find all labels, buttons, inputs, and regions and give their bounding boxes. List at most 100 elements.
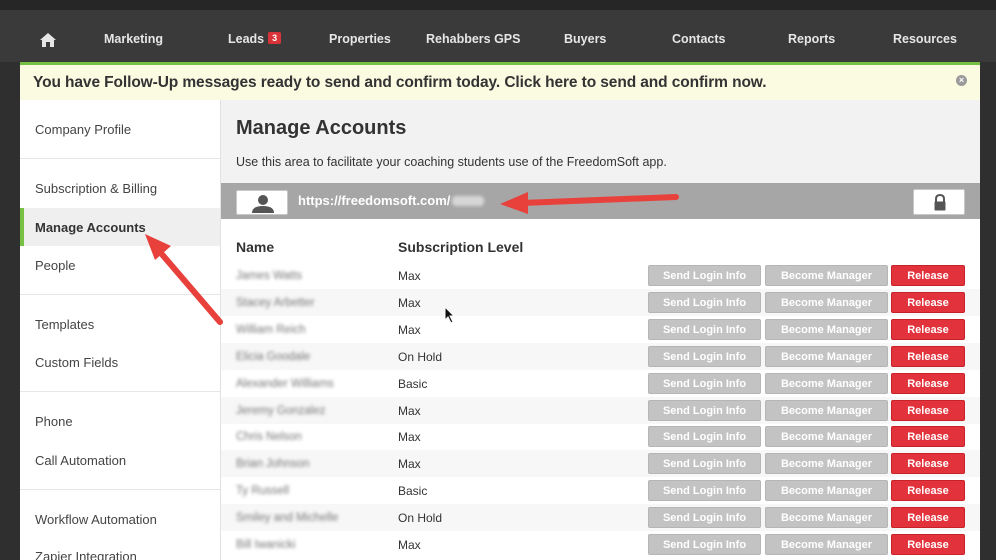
sidebar-item-call-automation[interactable]: Call Automation — [35, 453, 126, 468]
account-name: James Watts — [236, 270, 303, 282]
subscription-level: Basic — [398, 484, 428, 499]
account-name: Brian Johnson — [236, 458, 310, 471]
send-login-info-button[interactable]: Send Login Info — [648, 265, 761, 286]
subscription-level: On Hold — [398, 511, 443, 526]
table-row: James Watts Max Send Login Info Become Mana… — [221, 262, 980, 289]
send-login-info-button[interactable]: Send Login Info — [648, 345, 761, 367]
column-header-subscription-level: Subscription Level — [398, 239, 524, 255]
account-name: Chris Nelson — [236, 431, 302, 444]
sidebar-item-custom-fields[interactable]: Custom Fields — [35, 355, 118, 370]
user-icon — [252, 195, 274, 213]
sidebar-item-subscription-billing[interactable]: Subscription & Billing — [35, 181, 157, 196]
sidebar-divider — [20, 391, 220, 392]
follow-up-banner[interactable]: You have Follow-Up messages ready to sen… — [20, 62, 980, 100]
home-icon[interactable] — [40, 33, 56, 47]
subscription-level: Max — [398, 295, 421, 310]
table-row: Smiley and Michelle On Hold Send Login Inf… — [221, 504, 980, 532]
release-button[interactable]: Release — [891, 291, 965, 313]
sidebar-item-zapier-integration[interactable]: Zapier Integration — [35, 549, 137, 560]
lock-icon — [934, 193, 946, 211]
account-name: Stacey Arbetter — [236, 296, 315, 309]
table-row: Chris Nelson Max Send Login Info Become Man… — [221, 423, 980, 450]
release-button[interactable]: Release — [891, 534, 965, 555]
banner-text[interactable]: You have Follow-Up messages ready to sen… — [33, 74, 767, 92]
subscription-level: Max — [398, 457, 421, 472]
release-button[interactable]: Release — [891, 372, 965, 394]
send-login-info-button[interactable]: Send Login Info — [648, 507, 761, 529]
subscription-level: On Hold — [398, 349, 443, 364]
sidebar-item-manage-accounts[interactable]: Manage Accounts — [35, 220, 146, 235]
lock-button[interactable] — [913, 189, 965, 215]
release-button[interactable]: Release — [891, 426, 965, 448]
table-row: Bill Iwanicki Max Send Login Info Become Ma… — [221, 531, 980, 558]
sidebar-item-company-profile[interactable]: Company Profile — [35, 122, 131, 137]
mouse-cursor-icon — [444, 306, 456, 324]
column-header-name: Name — [236, 239, 275, 255]
nav-marketing[interactable]: Marketing — [104, 32, 163, 46]
become-manager-button[interactable]: Become Manager — [765, 507, 888, 529]
release-button[interactable]: Release — [891, 453, 965, 475]
become-manager-button[interactable]: Become Manager — [765, 399, 888, 421]
nav-rehabbers-gps[interactable]: Rehabbers GPS — [426, 32, 520, 46]
user-button[interactable] — [236, 190, 288, 215]
nav-leads[interactable]: Leads 3 — [228, 32, 282, 46]
account-url-bar: https://freedomsoft.com/ — [221, 183, 980, 219]
subscription-level: Max — [398, 322, 421, 337]
sidebar-item-people[interactable]: People — [35, 258, 75, 273]
account-url[interactable]: https://freedomsoft.com/ — [298, 193, 485, 208]
subscription-level: Max — [398, 538, 421, 552]
become-manager-button[interactable]: Become Manager — [765, 426, 888, 448]
account-name: Smiley and Michelle — [236, 512, 339, 525]
close-icon[interactable]: × — [956, 75, 967, 86]
table-row: Alexander Williams Basic Send Login Info Be… — [221, 370, 980, 397]
sidebar-item-workflow-automation[interactable]: Workflow Automation — [35, 512, 157, 527]
subscription-level: Basic — [398, 376, 428, 391]
send-login-info-button[interactable]: Send Login Info — [648, 453, 761, 475]
release-button[interactable]: Release — [891, 480, 965, 502]
release-button[interactable]: Release — [891, 318, 965, 340]
table-row: Elicia Goodale On Hold Send Login Info Beco… — [221, 342, 980, 370]
become-manager-button[interactable]: Become Manager — [765, 265, 888, 286]
become-manager-button[interactable]: Become Manager — [765, 318, 888, 340]
become-manager-button[interactable]: Become Manager — [765, 480, 888, 502]
account-name: William Reich — [236, 323, 306, 336]
sidebar-divider — [20, 489, 220, 490]
account-name: Elicia Goodale — [236, 350, 311, 363]
become-manager-button[interactable]: Become Manager — [765, 291, 888, 313]
sidebar-item-templates[interactable]: Templates — [35, 317, 94, 332]
window-top-strip — [0, 0, 996, 10]
sidebar-divider — [20, 294, 220, 295]
account-name: Jeremy Gonzalez — [236, 404, 326, 417]
subscription-level: Max — [398, 269, 421, 283]
nav-leads-label: Leads — [228, 32, 265, 46]
table-row: Stacey Arbetter Max Send Login Info Become … — [221, 288, 980, 316]
become-manager-button[interactable]: Become Manager — [765, 345, 888, 367]
nav-properties[interactable]: Properties — [329, 32, 391, 46]
sidebar-item-phone[interactable]: Phone — [35, 414, 73, 429]
nav-buyers[interactable]: Buyers — [564, 32, 606, 46]
become-manager-button[interactable]: Become Manager — [765, 372, 888, 394]
release-button[interactable]: Release — [891, 507, 965, 529]
send-login-info-button[interactable]: Send Login Info — [648, 480, 761, 502]
table-row: Jeremy Gonzalez Max Send Login Info Become … — [221, 396, 980, 424]
main-nav: Marketing Leads 3 Properties Rehabbers GP… — [0, 10, 996, 62]
send-login-info-button[interactable]: Send Login Info — [648, 534, 761, 555]
release-button[interactable]: Release — [891, 399, 965, 421]
release-button[interactable]: Release — [891, 345, 965, 367]
send-login-info-button[interactable]: Send Login Info — [648, 318, 761, 340]
table-row: Brian Johnson Max Send Login Info Become Ma… — [221, 450, 980, 478]
send-login-info-button[interactable]: Send Login Info — [648, 426, 761, 448]
become-manager-button[interactable]: Become Manager — [765, 534, 888, 555]
nav-contacts[interactable]: Contacts — [672, 32, 725, 46]
release-button[interactable]: Release — [891, 265, 965, 286]
page-header: Manage Accounts Use this area to facilit… — [221, 100, 980, 183]
page-title: Manage Accounts — [236, 117, 407, 139]
become-manager-button[interactable]: Become Manager — [765, 453, 888, 475]
account-name: Alexander Williams — [236, 377, 334, 390]
send-login-info-button[interactable]: Send Login Info — [648, 399, 761, 421]
subscription-level: Max — [398, 430, 421, 445]
send-login-info-button[interactable]: Send Login Info — [648, 291, 761, 313]
nav-reports[interactable]: Reports — [788, 32, 835, 46]
send-login-info-button[interactable]: Send Login Info — [648, 372, 761, 394]
nav-resources[interactable]: Resources — [893, 32, 957, 46]
